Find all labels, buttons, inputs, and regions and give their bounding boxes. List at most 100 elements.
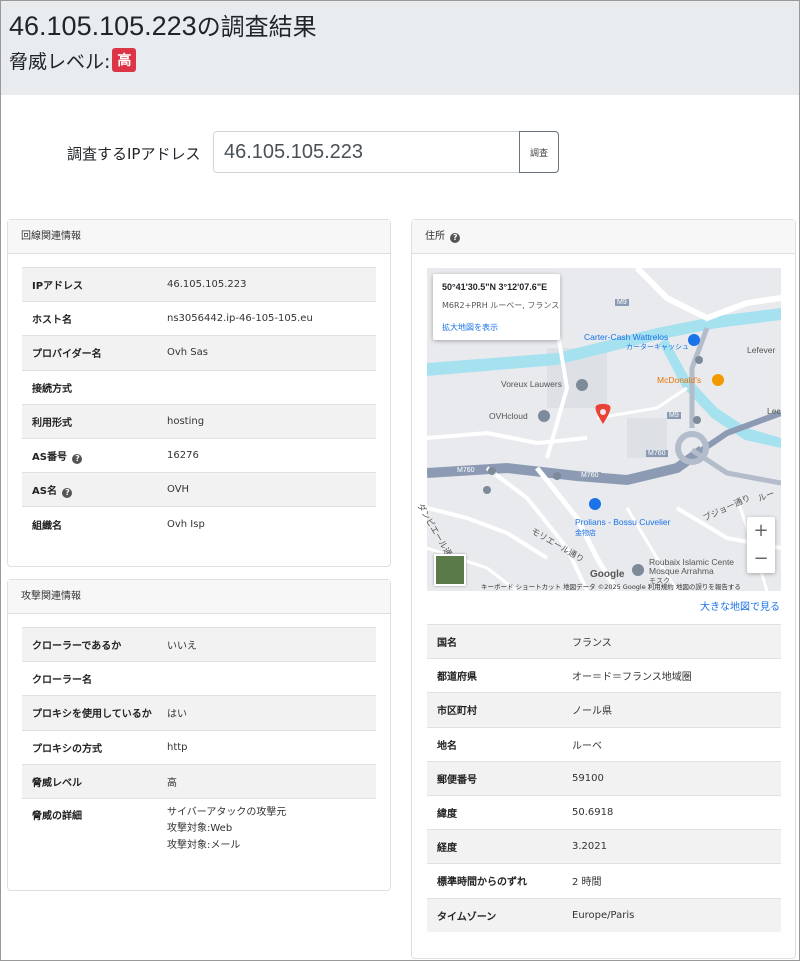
- row-value: 3.2021: [567, 829, 781, 864]
- line-info-header: 回線関連情報: [8, 220, 390, 254]
- help-icon[interactable]: ?: [450, 233, 461, 243]
- google-logo: Google: [590, 569, 625, 580]
- line-info-table: IPアドレス 46.105.105.223 ホスト名 ns3056442.ip-46…: [22, 266, 376, 541]
- map-label-prolians-jp: 金物店: [575, 530, 596, 537]
- map-label-lec: Lec: [767, 406, 781, 416]
- row-key: タイムゾーン: [427, 897, 567, 933]
- map-label-mosque[interactable]: Mosque Arrahma: [649, 566, 714, 576]
- table-row: 郵便番号 59100: [427, 760, 781, 796]
- row-key: 経度: [427, 829, 567, 864]
- row-value: [162, 661, 376, 696]
- map-label-prolians[interactable]: Prolians - Bossu Cuvelier: [575, 517, 670, 527]
- map-label-lefever: Lefever: [747, 345, 776, 355]
- row-key: 脅威の詳細: [22, 797, 162, 855]
- map-coords: 50°41'30.5"N 3°12'07.6"E: [442, 282, 548, 292]
- table-row: 緯度 50.6918: [427, 794, 781, 830]
- threat-detail-line: 攻撃対象:Web: [167, 823, 233, 835]
- map-label-m9: M9: [667, 412, 681, 419]
- row-value: ns3056442.ip-46-105-105.eu: [162, 301, 376, 336]
- row-value: はい: [162, 695, 376, 731]
- row-key: AS番号 ?: [22, 437, 162, 473]
- row-key: プロバイダー名: [22, 335, 162, 371]
- row-value: Ovh Sas: [162, 335, 376, 371]
- address-header-label: 住所: [425, 231, 445, 242]
- table-row: 市区町村 ノール県: [427, 692, 781, 728]
- title-ip: 46.105.105.223: [9, 11, 197, 41]
- row-value: http: [162, 729, 376, 765]
- row-key: 地名: [427, 726, 567, 762]
- table-row: AS名 ? OVH: [22, 472, 376, 507]
- page-title: 46.105.105.223の調査結果: [9, 7, 317, 42]
- table-row: 脅威の詳細 サイバーアタックの攻撃元 攻撃対象:Web 攻撃対象:メール: [22, 797, 376, 855]
- row-key: ホスト名: [22, 301, 162, 336]
- map-attribution[interactable]: キーボード ショートカット 地図データ ©2025 Google 利用規約 地図…: [481, 581, 741, 591]
- threat-detail-line: 攻撃対象:メール: [167, 839, 241, 851]
- row-value: hosting: [162, 403, 376, 439]
- row-value: 50.6918: [567, 794, 781, 830]
- row-value: ノール県: [567, 692, 781, 728]
- table-row: 都道府県 オー＝ド＝フランス地域圏: [427, 658, 781, 693]
- enlarge-map-link[interactable]: 拡大地図を表示: [442, 322, 498, 333]
- row-value: [162, 369, 376, 405]
- row-value: ルーベ: [567, 726, 781, 762]
- row-key: プロキシの方式: [22, 729, 162, 765]
- table-row: 経度 3.2021: [427, 829, 781, 864]
- row-value: 16276: [162, 437, 376, 473]
- row-value: Europe/Paris: [567, 897, 781, 933]
- row-key: IPアドレス: [22, 266, 162, 302]
- zoom-out-button[interactable]: −: [747, 545, 775, 573]
- row-value: いいえ: [162, 626, 376, 662]
- address-header: 住所 ?: [412, 220, 795, 254]
- row-value: 59100: [567, 760, 781, 796]
- table-row: 脅威レベル高: [22, 763, 376, 799]
- threat-level-label: 脅威レベル:: [9, 51, 111, 73]
- title-suffix: の調査結果: [196, 13, 317, 41]
- table-row: クローラーであるか いいえ: [22, 626, 376, 662]
- row-key: 市区町村: [427, 692, 567, 728]
- row-key: 国名: [427, 623, 567, 659]
- help-icon[interactable]: ?: [62, 487, 73, 498]
- attack-info-header: 攻撃関連情報: [8, 580, 390, 614]
- row-key: 緯度: [427, 794, 567, 830]
- search-button[interactable]: 調査: [519, 131, 559, 173]
- help-icon[interactable]: ?: [72, 453, 83, 464]
- map-label-carter-jp: カーターキャッシュ: [626, 344, 689, 351]
- row-key: プロキシを使用しているか: [22, 695, 162, 731]
- table-row: 組織名 Ovh Isp: [22, 506, 376, 541]
- table-row: 地名 ルーベ: [427, 726, 781, 762]
- big-map-link[interactable]: 大きな地図で見る: [700, 598, 780, 613]
- table-row: 標準時間からのずれ 2 時間: [427, 863, 781, 898]
- row-key: クローラー名: [22, 661, 162, 696]
- zoom-in-button[interactable]: +: [747, 517, 775, 545]
- row-value: 2 時間: [567, 863, 781, 898]
- map-label-m760: M760: [455, 467, 477, 474]
- threat-detail-line: サイバーアタックの攻撃元: [167, 806, 287, 818]
- threat-level-badge: 高: [112, 48, 137, 72]
- map-label-mcdonalds[interactable]: McDonald's: [657, 375, 701, 385]
- page-header: 46.105.105.223の調査結果 脅威レベル: 高: [1, 1, 799, 95]
- map-label-voreux[interactable]: Voreux Lauwers: [501, 379, 562, 389]
- map-label-m760: M760: [646, 450, 668, 457]
- row-key: 郵便番号: [427, 760, 567, 796]
- map-info-box: 50°41'30.5"N 3°12'07.6"E M6R2+PRH ルーベー, …: [433, 274, 560, 340]
- map-label-ovhcloud[interactable]: OVHcloud: [489, 411, 528, 421]
- satellite-toggle-thumbnail[interactable]: [434, 554, 466, 586]
- table-row: クローラー名: [22, 661, 376, 696]
- row-value: OVH: [162, 472, 376, 507]
- table-row: プロキシの方式 http: [22, 729, 376, 765]
- map-plus-code: M6R2+PRH ルーベー, フランス: [442, 301, 560, 310]
- row-key: 脅威レベル: [22, 763, 162, 799]
- table-row: 接続方式: [22, 369, 376, 405]
- row-value: サイバーアタックの攻撃元 攻撃対象:Web 攻撃対象:メール: [162, 797, 376, 855]
- map-label-m760: M760: [579, 472, 601, 479]
- threat-level-heading: 脅威レベル: 高: [9, 47, 137, 74]
- table-row: IPアドレス 46.105.105.223: [22, 266, 376, 302]
- table-row: タイムゾーン Europe/Paris: [427, 897, 781, 933]
- row-value: オー＝ド＝フランス地域圏: [567, 658, 781, 693]
- row-key-text: AS番号: [32, 451, 67, 463]
- attack-info-table: クローラーであるか いいえ クローラー名 プロキシを使用しているか はい プロキシの…: [22, 626, 376, 855]
- ip-search-input[interactable]: [213, 131, 520, 173]
- map-label-carter[interactable]: Carter-Cash Wattrelos: [584, 332, 668, 342]
- table-row: 国名 フランス: [427, 623, 781, 659]
- table-row: 利用形式 hosting: [22, 403, 376, 439]
